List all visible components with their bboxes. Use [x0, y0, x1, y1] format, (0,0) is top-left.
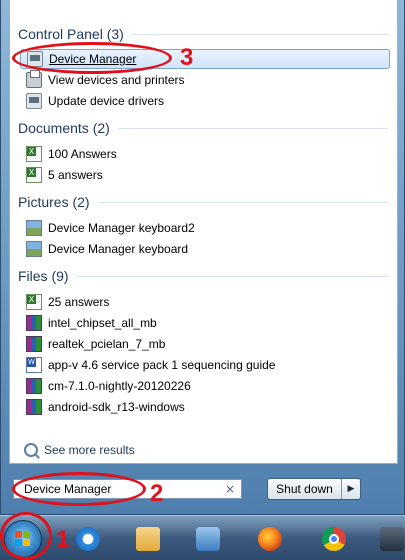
group-header-files[interactable]: Files (9)	[18, 266, 388, 286]
archive-file-icon	[26, 336, 42, 352]
device-driver-icon	[26, 93, 42, 109]
divider	[76, 275, 388, 277]
chrome-icon	[322, 527, 346, 551]
group-header-documents[interactable]: Documents (2)	[18, 118, 388, 138]
result-realtek-pcielan[interactable]: realtek_pcielan_7_mb	[20, 334, 390, 354]
result-label: View devices and printers	[48, 73, 185, 87]
result-device-manager-keyboard2[interactable]: Device Manager keyboard2	[20, 218, 390, 238]
firefox-icon	[258, 527, 282, 551]
archive-file-icon	[26, 378, 42, 394]
shut-down-options-arrow-icon[interactable]: ▶	[342, 479, 360, 499]
result-25-answers[interactable]: 25 answers	[20, 292, 390, 312]
result-android-sdk[interactable]: android-sdk_r13-windows	[20, 397, 390, 417]
shut-down-button[interactable]: Shut down	[268, 479, 342, 499]
group-header-control-panel[interactable]: Control Panel (3)	[18, 24, 388, 44]
result-intel-chipset[interactable]: intel_chipset_all_mb	[20, 313, 390, 333]
result-label: android-sdk_r13-windows	[48, 400, 185, 414]
excel-file-icon	[26, 294, 42, 310]
group-title: Files (9)	[18, 268, 69, 284]
word-file-icon	[26, 357, 42, 373]
annotation-circle-search	[12, 472, 146, 506]
game-icon	[380, 527, 404, 551]
excel-file-icon	[26, 167, 42, 183]
image-file-icon	[26, 241, 42, 257]
result-label: 5 answers	[48, 168, 103, 182]
result-label: Update device drivers	[48, 94, 165, 108]
result-label: app-v 4.6 service pack 1 sequencing guid…	[48, 358, 276, 372]
start-menu: Control Panel (3) Device Manager View de…	[0, 0, 405, 515]
result-label: Device Manager keyboard2	[48, 221, 195, 235]
excel-file-icon	[26, 146, 42, 162]
clear-search-icon[interactable]: ×	[225, 482, 235, 496]
see-more-label: See more results	[44, 443, 135, 457]
result-cm-nightly[interactable]: cm-7.1.0-nightly-20120226	[20, 376, 390, 396]
group-title: Control Panel (3)	[18, 26, 124, 42]
result-label: intel_chipset_all_mb	[48, 316, 157, 330]
archive-file-icon	[26, 399, 42, 415]
result-app-v-guide[interactable]: app-v 4.6 service pack 1 sequencing guid…	[20, 355, 390, 375]
windows-explorer-icon	[136, 527, 160, 551]
annotation-step-3: 3	[180, 44, 194, 71]
annotation-circle-start	[0, 512, 52, 560]
result-label: cm-7.1.0-nightly-20120226	[48, 379, 191, 393]
see-more-results-link[interactable]: See more results	[24, 440, 135, 460]
result-label: 100 Answers	[48, 147, 117, 161]
annotation-circle-device-manager	[12, 42, 172, 74]
group-title: Documents (2)	[18, 120, 110, 136]
divider	[117, 127, 388, 129]
search-icon	[24, 443, 38, 457]
printer-icon	[26, 70, 42, 88]
annotation-step-1: 1	[56, 526, 70, 553]
internet-explorer-icon	[76, 527, 100, 551]
image-file-icon	[26, 220, 42, 236]
taskbar-internet-explorer[interactable]	[62, 520, 114, 558]
taskbar-firefox[interactable]	[244, 520, 296, 558]
media-player-icon	[196, 527, 220, 551]
result-label: realtek_pcielan_7_mb	[48, 337, 166, 351]
result-device-manager-keyboard[interactable]: Device Manager keyboard	[20, 239, 390, 259]
result-100-answers[interactable]: 100 Answers	[20, 144, 390, 164]
shut-down-button-group: Shut down ▶	[267, 478, 361, 500]
group-title: Pictures (2)	[18, 194, 90, 210]
archive-file-icon	[26, 315, 42, 331]
result-label: Device Manager keyboard	[48, 242, 189, 256]
result-update-device-drivers[interactable]: Update device drivers	[20, 91, 390, 111]
taskbar-game[interactable]	[366, 520, 405, 558]
taskbar-chrome[interactable]	[308, 520, 360, 558]
annotation-step-2: 2	[150, 480, 164, 507]
taskbar-windows-explorer[interactable]	[122, 520, 174, 558]
result-5-answers[interactable]: 5 answers	[20, 165, 390, 185]
divider	[97, 201, 388, 203]
group-header-pictures[interactable]: Pictures (2)	[18, 192, 388, 212]
divider	[131, 33, 388, 35]
result-label: 25 answers	[48, 295, 110, 309]
taskbar-media-player[interactable]	[182, 520, 234, 558]
